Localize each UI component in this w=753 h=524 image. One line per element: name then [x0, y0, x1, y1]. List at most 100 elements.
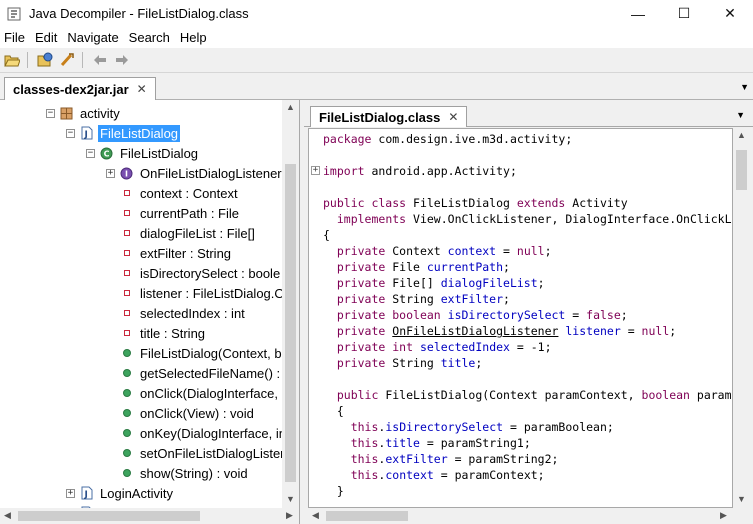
tree-node[interactable]: extFilter : String	[106, 243, 233, 263]
scroll-up-icon[interactable]: ▲	[737, 130, 746, 140]
tab-list-menu-icon[interactable]: ▼	[740, 82, 749, 92]
code-vertical-scroll-thumb[interactable]	[736, 150, 747, 190]
tree-node-label[interactable]: isDirectorySelect : boole	[138, 265, 282, 282]
code-horizontal-scroll-thumb[interactable]	[326, 511, 408, 521]
code-line: private File[] dialogFileList;	[323, 275, 545, 291]
private-field-icon	[119, 226, 134, 241]
tree-node[interactable]: onClick(DialogInterface,	[106, 383, 280, 403]
collapse-icon[interactable]: −	[46, 108, 55, 118]
tree-node[interactable]: − activity	[46, 103, 122, 123]
collapse-icon[interactable]: −	[66, 128, 75, 138]
tree-node[interactable]: isDirectorySelect : boole	[106, 263, 282, 283]
tree-node[interactable]: selectedIndex : int	[106, 303, 247, 323]
menu-help[interactable]: Help	[175, 30, 212, 45]
open-type-button[interactable]	[35, 50, 55, 70]
code-keyword: private	[336, 324, 386, 338]
tree-node[interactable]: onClick(View) : void	[106, 403, 256, 423]
tree-node[interactable]: currentPath : File	[106, 203, 241, 223]
tree-node-label[interactable]: setOnFileListDialogLister	[138, 445, 287, 462]
close-tab-icon[interactable]: ✕	[137, 82, 147, 96]
tree-node[interactable]: show(String) : void	[106, 463, 250, 483]
expand-icon[interactable]: +	[66, 488, 75, 498]
tab-filelistdialog-class[interactable]: FileListDialog.class ✕	[310, 106, 468, 127]
forward-button[interactable]	[112, 50, 132, 70]
fold-expand-icon[interactable]: +	[311, 166, 320, 175]
tree-node-label[interactable]: extFilter : String	[138, 245, 233, 262]
code-field: isDirectorySelect	[447, 308, 566, 322]
tree-node-label[interactable]: currentPath : File	[138, 205, 241, 222]
open-file-button[interactable]	[2, 50, 22, 70]
tree-horizontal-scrollbar[interactable]: ◀ ▶	[0, 508, 299, 524]
scroll-right-icon[interactable]: ▶	[286, 510, 293, 521]
code-text: = paramString1;	[419, 436, 531, 450]
tree-node[interactable]: dialogFileList : File[]	[106, 223, 257, 243]
code-text: = paramContext;	[433, 468, 545, 482]
tab-classes-dex2jar[interactable]: classes-dex2jar.jar ✕	[4, 77, 156, 100]
tree-node[interactable]: title : String	[106, 323, 207, 343]
tree-node-label[interactable]: FileListDialog	[118, 145, 200, 162]
code-line: public class FileListDialog extends Acti…	[323, 195, 628, 211]
code-line: this.extFilter = paramString2;	[323, 451, 559, 467]
tree-node-label[interactable]: dialogFileList : File[]	[138, 225, 257, 242]
tree-node-label[interactable]: LoginActivity	[98, 485, 175, 502]
code-keyword: null	[516, 244, 545, 258]
tree-vertical-scrollbar[interactable]: ▲ ▼	[282, 100, 299, 508]
close-tab-icon[interactable]: ✕	[448, 110, 458, 124]
tree-node[interactable]: FileListDialog(Context, bo	[106, 343, 291, 363]
tree-node[interactable]: getSelectedFileName() :	[106, 363, 282, 383]
code-vertical-scrollbar[interactable]: ▲ ▼	[733, 128, 750, 508]
tree-node-label[interactable]: show(String) : void	[138, 465, 250, 482]
close-button[interactable]: ✕	[707, 0, 753, 27]
code-keyword: this	[350, 452, 379, 466]
tab-list-menu-icon[interactable]: ▼	[736, 110, 745, 120]
tree-node-label[interactable]: onClick(DialogInterface,	[138, 385, 280, 402]
code-keyword: private	[336, 292, 386, 306]
scroll-right-icon[interactable]: ▶	[720, 510, 727, 521]
scroll-down-icon[interactable]: ▼	[737, 494, 746, 504]
tree-node-label[interactable]: title : String	[138, 325, 207, 342]
code-line: package com.design.ive.m3d.activity;	[323, 131, 572, 147]
tree-node[interactable]: − C FileListDialog	[86, 143, 200, 163]
tree-node-label[interactable]: context : Context	[138, 185, 240, 202]
code-horizontal-scrollbar[interactable]: ◀ ▶	[308, 508, 733, 524]
menu-search[interactable]: Search	[124, 30, 175, 45]
tree-node-label[interactable]: onClick(View) : void	[138, 405, 256, 422]
tree-node[interactable]: onKey(DialogInterface, in	[106, 423, 288, 443]
toolbar-separator	[27, 52, 28, 68]
menu-file[interactable]: File	[0, 30, 30, 45]
tree-node[interactable]: + I OnFileListDialogListener	[106, 163, 284, 183]
menu-edit[interactable]: Edit	[30, 30, 62, 45]
tree-node[interactable]: setOnFileListDialogLister	[106, 443, 287, 463]
tree-horizontal-scroll-thumb[interactable]	[18, 511, 200, 521]
scroll-left-icon[interactable]: ◀	[312, 510, 319, 521]
code-line: private boolean isDirectorySelect = fals…	[323, 307, 628, 323]
code-line: this.isDirectorySelect = paramBoolean;	[323, 419, 614, 435]
expand-icon[interactable]: +	[106, 168, 115, 178]
tree-node-label[interactable]: OnFileListDialogListener	[138, 165, 284, 182]
tree-vertical-scroll-thumb[interactable]	[285, 164, 296, 482]
tree-node-label[interactable]: FileListDialog(Context, bo	[138, 345, 291, 362]
menu-navigate[interactable]: Navigate	[62, 30, 123, 45]
open-type-hierarchy-button[interactable]	[57, 50, 77, 70]
tree-node-label[interactable]: onKey(DialogInterface, in	[138, 425, 288, 442]
tree-node-label[interactable]: selectedIndex : int	[138, 305, 247, 322]
tree-node-label[interactable]: listener : FileListDialog.O	[138, 285, 287, 302]
tree-node-label[interactable]: activity	[78, 105, 122, 122]
scroll-left-icon[interactable]: ◀	[4, 510, 11, 521]
collapse-icon[interactable]: −	[86, 148, 95, 158]
back-button[interactable]	[90, 50, 110, 70]
maximize-button[interactable]: ☐	[661, 0, 707, 27]
tree-node[interactable]: + J LoginActivity	[66, 483, 175, 503]
source-code-editor[interactable]: package com.design.ive.m3d.activity; + imp…	[308, 128, 733, 508]
scroll-up-icon[interactable]: ▲	[286, 102, 295, 112]
tree-node[interactable]: context : Context	[106, 183, 240, 203]
scroll-down-icon[interactable]: ▼	[286, 494, 295, 504]
tree-node[interactable]: listener : FileListDialog.O	[106, 283, 287, 303]
code-text: {	[323, 404, 344, 418]
minimize-button[interactable]: —	[615, 0, 661, 27]
tree-node-label[interactable]: FileListDialog	[98, 124, 181, 142]
tree-node[interactable]: − J FileListDialog	[66, 123, 181, 143]
tree-node-label[interactable]: getSelectedFileName() :	[138, 365, 282, 382]
code-text: Context	[385, 244, 448, 258]
